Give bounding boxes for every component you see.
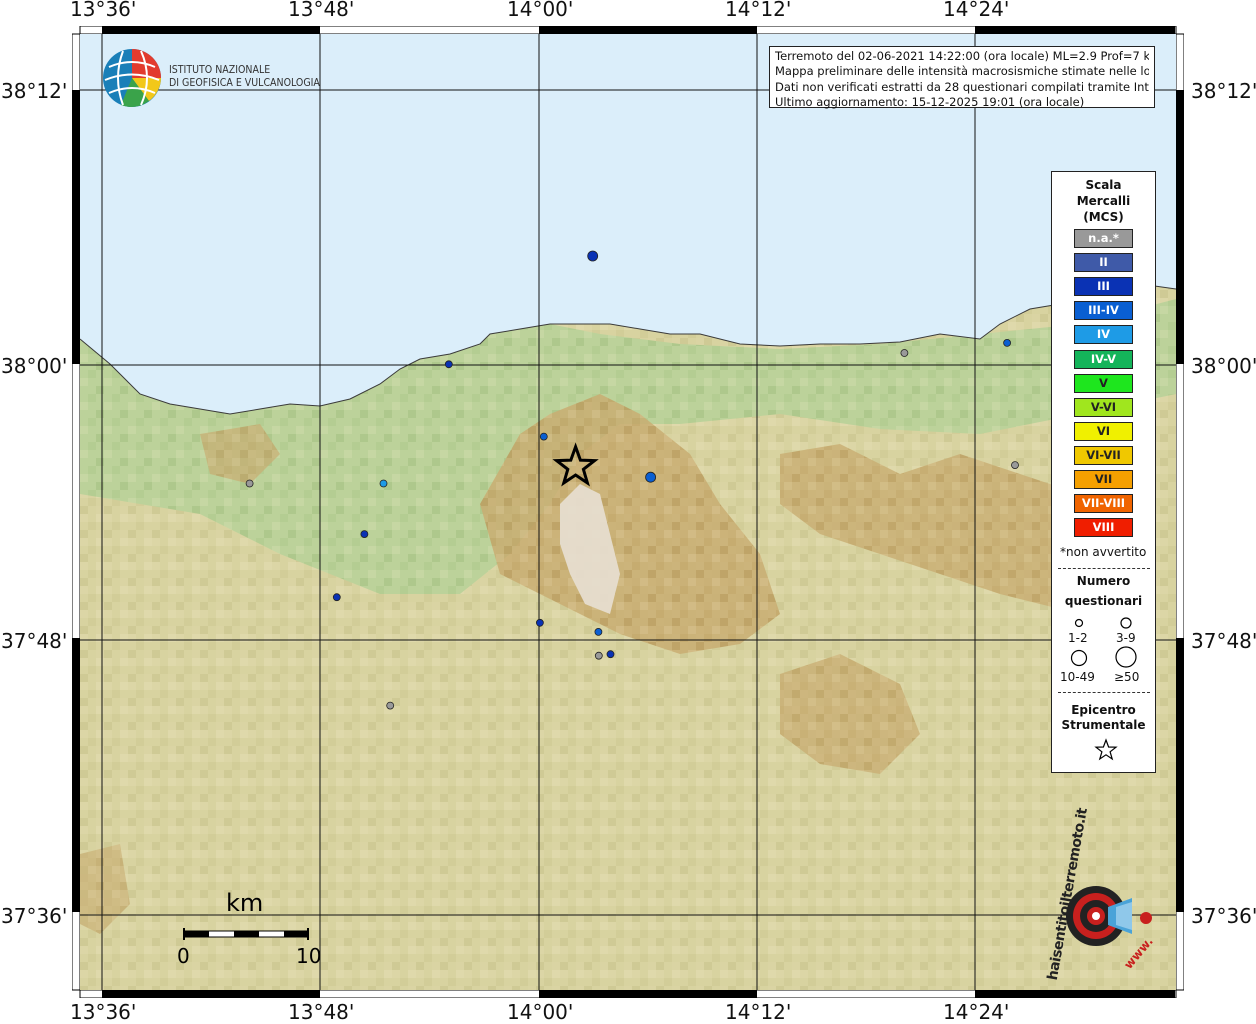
mcs-swatch-iii: III (1074, 277, 1133, 297)
event-info-box: Terremoto del 02-06-2021 14:22:00 (ora l… (769, 46, 1155, 109)
lat-label-left: 38°00' (1, 354, 68, 378)
event-info-line: Mappa preliminare delle intensità macros… (775, 64, 1149, 79)
lat-label-right: 38°12' (1191, 79, 1256, 103)
map-canvas[interactable] (72, 26, 1184, 998)
event-info-line: Terremoto del 02-06-2021 14:22:00 (ora l… (775, 49, 1149, 63)
observation-point[interactable] (594, 651, 603, 660)
mcs-swatch-iv-v: IV-V (1074, 349, 1133, 369)
size-symbol-1-2 (1074, 618, 1084, 628)
lat-label-right: 38°00' (1191, 354, 1256, 378)
size-label: 1-2 (1068, 631, 1088, 645)
mcs-swatch-viii: VIII (1074, 518, 1133, 538)
observation-point[interactable] (1003, 338, 1011, 347)
observation-point[interactable] (539, 432, 548, 441)
legend-title-line: Mercalli (1076, 194, 1131, 208)
observation-point[interactable] (444, 360, 453, 369)
map-frame[interactable] (72, 26, 1184, 998)
mcs-swatch-vi: VI (1074, 421, 1133, 441)
scale-max-label: 10 (296, 944, 322, 968)
lon-label-bottom: 14°24' (943, 1000, 1010, 1024)
lat-label-right: 37°36' (1191, 904, 1256, 928)
lon-label-top: 14°00' (507, 0, 574, 21)
lon-label-bottom: 13°36' (70, 1000, 137, 1024)
scale-bar (183, 928, 309, 940)
size-label: ≥50 (1114, 670, 1140, 684)
mcs-swatch-vii: VII (1074, 470, 1133, 489)
size-symbol-50 (1115, 646, 1137, 668)
observation-point[interactable] (900, 349, 909, 357)
lat-label-right: 37°48' (1191, 629, 1256, 653)
lon-label-top: 14°24' (943, 0, 1010, 21)
observation-point[interactable] (245, 479, 254, 488)
lon-label-top: 13°36' (70, 0, 137, 21)
observation-point[interactable] (594, 628, 603, 636)
lon-label-top: 14°12' (725, 0, 792, 21)
size-symbol-3-9 (1120, 617, 1132, 629)
lon-label-bottom: 14°12' (725, 1000, 792, 1024)
mcs-swatch-v: V (1074, 373, 1133, 393)
lon-label-bottom: 14°00' (507, 1000, 574, 1024)
observation-point[interactable] (645, 471, 656, 483)
mcs-swatch-iv: IV (1074, 325, 1133, 345)
epicenter-title: Epicentro (1071, 703, 1136, 717)
legend-panel: Scala Mercalli (MCS) n.a.* II III III-IV IV I… (1051, 171, 1156, 773)
lat-label-left: 37°48' (1, 629, 68, 653)
legend-divider (1058, 568, 1150, 569)
observation-point[interactable] (1011, 461, 1019, 470)
observation-point[interactable] (332, 593, 341, 602)
size-label: 3-9 (1116, 631, 1136, 645)
lat-label-left: 37°36' (1, 904, 68, 928)
count-title: Numero (1076, 574, 1131, 588)
lat-label-left: 38°12' (1, 79, 68, 103)
observation-point[interactable] (587, 250, 599, 262)
hai-sentito-logo: haisentitoilterremoto.it www. (1036, 807, 1162, 981)
logo-line-2: DI GEOFISICA E VULCANOLOGIA (169, 77, 320, 89)
size-label: 10-49 (1060, 670, 1095, 684)
observation-point[interactable] (360, 530, 369, 539)
mcs-swatch-iii-iv: III-IV (1074, 301, 1133, 321)
mcs-swatch-n-a: n.a.* (1074, 229, 1133, 248)
event-info-line: Ultimo aggiornamento: 15-12-2025 19:01 (… (775, 94, 1085, 109)
mcs-swatch-v-vi: V-VI (1074, 397, 1133, 417)
observation-point[interactable] (606, 650, 615, 659)
scale-unit: km (226, 889, 264, 917)
mcs-swatch-vii-viii: VII-VIII (1074, 494, 1133, 514)
lon-label-bottom: 13°48' (288, 1000, 355, 1024)
legend-divider (1058, 692, 1150, 693)
globe-icon (103, 49, 161, 107)
scale-min-label: 0 (177, 944, 190, 968)
ingv-logo: ISTITUTO NAZIONALE DI GEOFISICA E VULCAN… (100, 46, 330, 110)
size-symbol-10-49 (1070, 649, 1088, 667)
logo-line-1: ISTITUTO NAZIONALE (169, 64, 271, 76)
legend-title: Scala Mercalli (MCS) (1052, 177, 1155, 225)
epicenter-title: Strumentale (1061, 718, 1146, 732)
not-felt-note: *non avvertito (1060, 545, 1147, 559)
lon-label-top: 13°48' (288, 0, 355, 21)
legend-title-line: Scala (1085, 178, 1122, 192)
observation-point[interactable] (386, 701, 395, 710)
mcs-swatch-vi-vii: VI-VII (1074, 445, 1133, 465)
event-info-line: Dati non verificati estratti da 28 quest… (775, 79, 1149, 94)
legend-title-line: (MCS) (1083, 210, 1124, 224)
star-icon (1094, 738, 1118, 761)
mcs-swatch-ii: II (1074, 253, 1133, 273)
count-title: questionari (1064, 594, 1143, 608)
observation-point[interactable] (379, 479, 388, 488)
observation-point[interactable] (535, 618, 544, 627)
